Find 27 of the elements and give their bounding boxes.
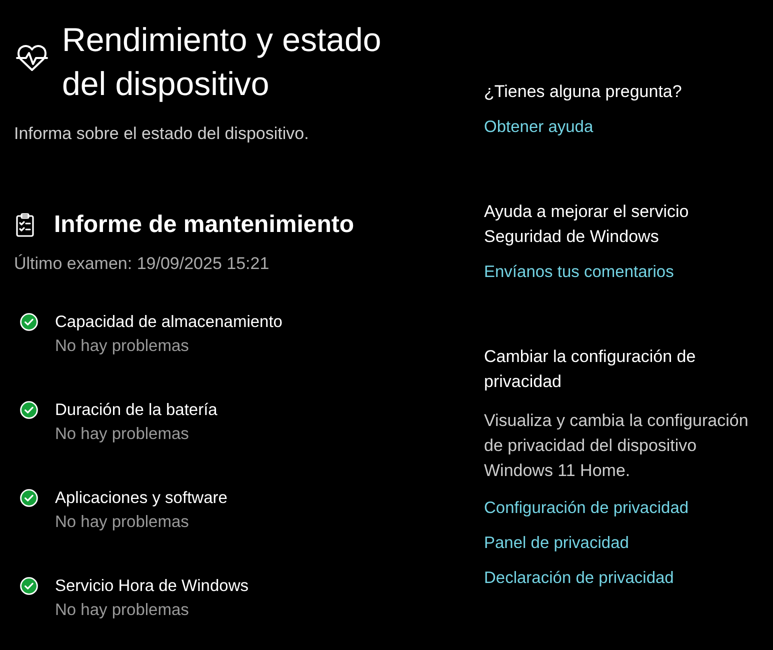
check-circle-icon — [20, 313, 38, 331]
sidebar-heading: Ayuda a mejorar el servicio Seguridad de Windows — [484, 201, 690, 248]
report-item-title: Aplicaciones y software — [55, 488, 228, 509]
sidebar-link[interactable]: Declaración de privacidad — [484, 566, 674, 590]
check-circle-icon — [20, 489, 38, 507]
sidebar-heading: ¿Tienes alguna pregunta? — [484, 81, 683, 103]
heart-pulse-icon — [16, 42, 48, 72]
sidebar-heading: Cambiar la configuración de privacidad — [484, 346, 697, 393]
report-item-title: Capacidad de almacenamiento — [55, 312, 282, 333]
page-description: Informa sobre el estado del dispositivo. — [14, 123, 310, 145]
page-title: Rendimiento y estado del dispositivo — [62, 20, 382, 104]
report-item-status: No hay problemas — [55, 512, 190, 533]
report-item-title: Servicio Hora de Windows — [55, 576, 248, 597]
sidebar-link[interactable]: Configuración de privacidad — [484, 496, 689, 520]
sidebar-link[interactable]: Obtener ayuda — [484, 115, 594, 139]
report-item-status: No hay problemas — [55, 336, 190, 357]
sidebar-link[interactable]: Envíanos tus comentarios — [484, 260, 674, 284]
report-item-status: No hay problemas — [55, 600, 190, 621]
check-circle-icon — [20, 577, 38, 595]
sidebar-description: Visualiza y cambia la configuración de privacidad del dispositivo Windows 11 Home. — [484, 410, 750, 482]
sidebar-link[interactable]: Panel de privacidad — [484, 531, 629, 555]
check-circle-icon — [20, 401, 38, 419]
report-item-title: Duración de la batería — [55, 400, 218, 421]
section-title: Informe de mantenimiento — [54, 210, 354, 240]
clipboard-checklist-icon — [16, 213, 34, 237]
report-item-status: No hay problemas — [55, 424, 190, 445]
last-scan-text: Último examen: 19/09/2025 15:21 — [14, 253, 270, 275]
